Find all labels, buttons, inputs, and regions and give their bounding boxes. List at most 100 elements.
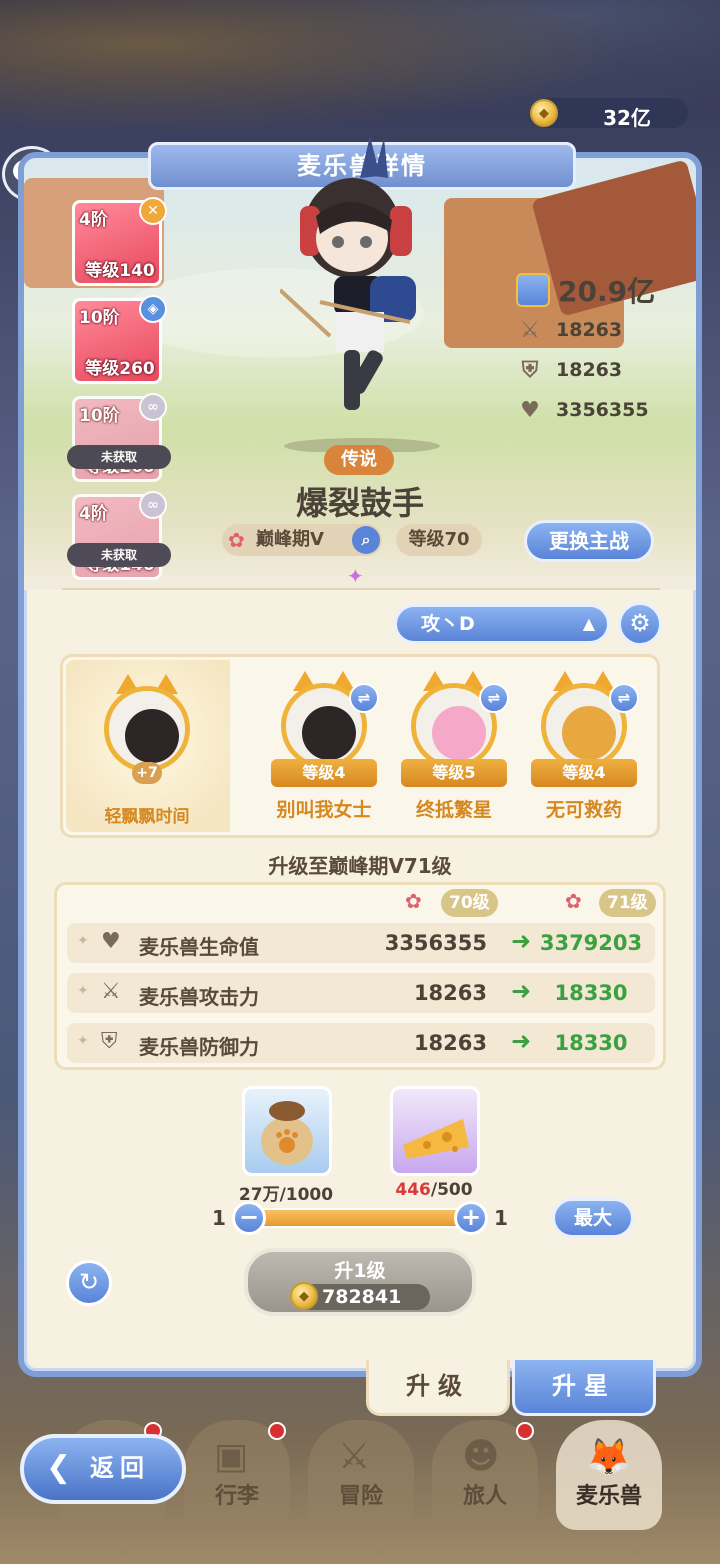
max-button[interactable]: 最大 bbox=[552, 1198, 634, 1238]
swords-icon: ⚔ bbox=[520, 317, 540, 343]
skill-tier: 10阶 bbox=[79, 406, 120, 426]
food-bag-icon bbox=[261, 1101, 313, 1165]
power-value: 20.9亿 bbox=[558, 275, 656, 308]
switch-main-button[interactable]: 更换主战 bbox=[524, 520, 654, 562]
minus-button[interactable]: − bbox=[232, 1201, 266, 1235]
member-name: 无可救药 bbox=[545, 799, 622, 821]
plus-button[interactable]: + bbox=[454, 1201, 488, 1235]
cheese-item[interactable] bbox=[390, 1086, 480, 1176]
character-stats: 20.9亿 ⚔ 18263 ⛨ 18263 ♥ 3356355 bbox=[516, 270, 686, 430]
swap-icon[interactable]: ⇌ bbox=[609, 683, 639, 713]
stat-row-hp: ✦ ♥ 麦乐兽生命值 3356355 ➜ 3379203 bbox=[67, 923, 655, 963]
coin-icon: ◆ bbox=[290, 1282, 318, 1310]
level-up-button[interactable]: 升1级 ◆ 782841 bbox=[244, 1248, 476, 1316]
stat-label: 麦乐兽防御力 bbox=[139, 1035, 259, 1059]
upgrade-title: 升级至巅峰期V71级 bbox=[268, 854, 452, 878]
nav-item-pet[interactable]: 🦊 麦乐兽 bbox=[556, 1420, 662, 1530]
back-arrow-icon: ❮ bbox=[46, 1450, 72, 1485]
avatar bbox=[104, 686, 190, 772]
shield-icon: ⛨ bbox=[101, 1029, 118, 1054]
defense-value: 18263 bbox=[556, 359, 623, 381]
nav-label: 冒险 bbox=[338, 1484, 383, 1509]
stat-new: 18330 bbox=[554, 981, 628, 1005]
member-level: 等级4 bbox=[531, 759, 637, 787]
gold-currency[interactable]: ◆ 32亿 bbox=[530, 98, 688, 130]
nav-item-luggage[interactable]: ▣ 行李 bbox=[184, 1420, 290, 1530]
nav-item-adventure[interactable]: ⚔ 冒险 bbox=[308, 1420, 414, 1530]
fox-icon: 🦊 bbox=[586, 1437, 631, 1478]
stage-pill[interactable]: ✿ 巅峰期V ⌕ bbox=[222, 524, 382, 556]
skill-level: 等级140 bbox=[85, 261, 155, 281]
from-level-tag: 70级 bbox=[441, 889, 498, 917]
triangle-up-icon: ▲ bbox=[582, 614, 595, 633]
to-level-tag: 71级 bbox=[599, 889, 656, 917]
tab-upgrade[interactable]: 升级 bbox=[366, 1360, 510, 1416]
stage-label: 巅峰期V bbox=[256, 529, 324, 550]
skill-tier: 10阶 bbox=[79, 308, 120, 328]
heart-icon: ♥ bbox=[101, 929, 121, 954]
stat-old: 18263 bbox=[413, 981, 487, 1005]
skill-card[interactable]: 10阶 等级260 ◈ bbox=[72, 295, 167, 384]
stat-new: 3379203 bbox=[539, 931, 643, 955]
member-level: 等级5 bbox=[401, 759, 507, 787]
upgrade-stats-table: ✿ 70级 ✿ 71级 ✦ ♥ 麦乐兽生命值 3356355 ➜ 3379203… bbox=[54, 882, 666, 1070]
stat-old: 3356355 bbox=[384, 931, 487, 955]
level-up-cost: ◆ 782841 bbox=[290, 1282, 430, 1310]
formation-dropdown[interactable]: 攻丶D ▲ bbox=[394, 604, 610, 644]
slider-max: 1 bbox=[494, 1206, 508, 1230]
gold-amount: 32亿 bbox=[603, 106, 651, 130]
magnify-icon[interactable]: ⌕ bbox=[352, 526, 380, 554]
skill-tier: 4阶 bbox=[79, 504, 108, 524]
quantity-slider[interactable] bbox=[246, 1208, 472, 1228]
person-icon: ☻ bbox=[462, 1436, 500, 1477]
cheese-icon bbox=[403, 1119, 469, 1159]
divider bbox=[62, 588, 660, 590]
attack-value: 18263 bbox=[556, 319, 623, 341]
skill-card[interactable]: 4阶 等级140 ✕ bbox=[72, 197, 167, 286]
nav-item-traveler[interactable]: ☻ 旅人 bbox=[432, 1420, 538, 1530]
bonus-badge: +7 bbox=[132, 762, 162, 784]
skill-card-locked[interactable]: 10阶 等级260 ∞ 未获取 bbox=[67, 393, 171, 482]
link-icon: ∞ bbox=[139, 491, 167, 519]
sparkle-icon: ✦ bbox=[347, 564, 364, 588]
stat-row-defense: ✦ ⛨ 麦乐兽防御力 18263 ➜ 18330 bbox=[67, 1023, 655, 1063]
link-icon: ∞ bbox=[139, 393, 167, 421]
formation-selected: 攻丶D bbox=[421, 613, 475, 635]
combat-power: 20.9亿 bbox=[516, 270, 686, 310]
attack-stat: ⚔ 18263 bbox=[516, 310, 686, 350]
diamond-icon: ✦ bbox=[77, 933, 89, 949]
defense-stat: ⛨ 18263 bbox=[516, 350, 686, 390]
coin-icon: ◆ bbox=[530, 99, 558, 127]
swap-icon[interactable]: ⇌ bbox=[349, 683, 379, 713]
hp-stat: ♥ 3356355 bbox=[516, 390, 686, 430]
swap-icon[interactable]: ⇌ bbox=[479, 683, 509, 713]
tab-star[interactable]: 升星 bbox=[512, 1360, 656, 1416]
shield-icon: ◈ bbox=[139, 295, 167, 323]
skill-level: 等级260 bbox=[85, 359, 155, 379]
skill-card-locked[interactable]: 4阶 等级140 ∞ 未获取 bbox=[67, 491, 171, 580]
refresh-icon[interactable]: ↻ bbox=[66, 1260, 112, 1306]
luggage-icon: ▣ bbox=[214, 1436, 249, 1477]
nav-label: 麦乐兽 bbox=[575, 1484, 642, 1509]
back-button[interactable]: ❮ 返回 bbox=[20, 1434, 186, 1504]
character-sprite[interactable] bbox=[278, 136, 440, 454]
diamond-icon: ✦ bbox=[77, 1033, 89, 1049]
cheese-have: 446 bbox=[395, 1180, 431, 1200]
gear-icon[interactable]: ⚙ bbox=[618, 602, 662, 646]
food-bag-item[interactable] bbox=[242, 1086, 332, 1176]
stat-label: 麦乐兽生命值 bbox=[139, 935, 259, 959]
character-name: 爆裂鼓手 bbox=[295, 484, 424, 522]
back-label: 返回 bbox=[90, 1454, 150, 1482]
not-obtained-label: 未获取 bbox=[67, 445, 171, 469]
shield-icon: ⛨ bbox=[521, 357, 539, 383]
stat-old: 18263 bbox=[413, 1031, 487, 1055]
cost-value: 782841 bbox=[322, 1286, 402, 1308]
level-up-label: 升1级 bbox=[334, 1260, 386, 1282]
slider-min: 1 bbox=[212, 1206, 226, 1230]
food-count: 27万/1000 bbox=[238, 1185, 334, 1205]
leader-slot[interactable]: +7 轻飘飘时间 bbox=[66, 660, 230, 832]
stat-new: 18330 bbox=[554, 1031, 628, 1055]
cross-icon: ✕ bbox=[139, 197, 167, 225]
not-obtained-label: 未获取 bbox=[67, 543, 171, 567]
member-name: 终抵繁星 bbox=[415, 799, 492, 821]
